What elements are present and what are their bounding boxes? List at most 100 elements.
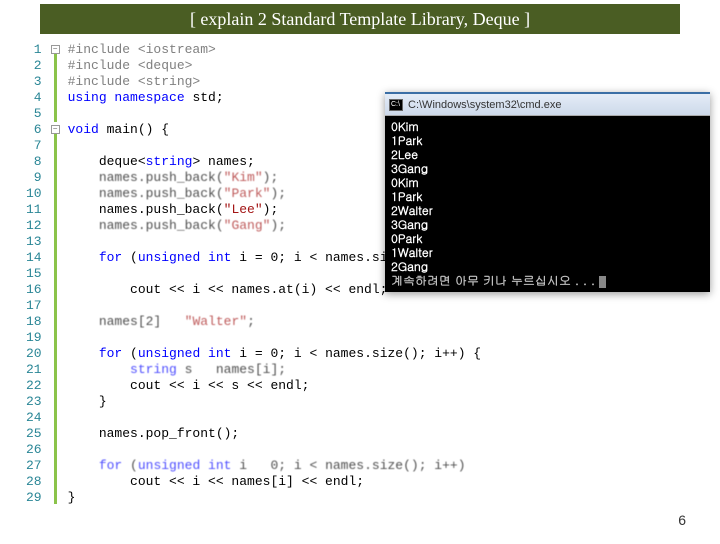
cmd-title: C:\Windows\system32\cmd.exe — [408, 99, 561, 111]
code-text: cout << i << names[i] << endl; — [68, 474, 364, 489]
cmd-line: 1Walter — [391, 246, 704, 260]
code-text: } — [68, 490, 76, 505]
slide-title: [ explain 2 Standard Template Library, D… — [190, 9, 530, 30]
code-text: ( — [122, 458, 138, 473]
cursor-icon — [599, 276, 606, 288]
cmd-output: 0Kim 1Park 2Lee 3Gang 0Kim 1Park 2Walter… — [385, 116, 710, 292]
code-string: "Park" — [224, 186, 271, 201]
code-text: ); — [263, 170, 279, 185]
code-text: std; — [185, 90, 224, 105]
line-number: 7 — [26, 138, 42, 154]
code-keyword: unsigned int — [138, 458, 232, 473]
code-keyword: for — [99, 250, 122, 265]
cmd-line: 2Lee — [391, 148, 704, 162]
line-number: 12 — [26, 218, 42, 234]
code-keyword: string — [146, 154, 193, 169]
code-string: "Kim" — [224, 170, 263, 185]
line-number: 15 — [26, 266, 42, 282]
code-text: names.push_back( — [68, 186, 224, 201]
code-text: names.pop_front(); — [68, 426, 240, 441]
code-string: "Lee" — [224, 202, 263, 217]
page-number: 6 — [678, 512, 686, 528]
code-keyword: for — [99, 458, 122, 473]
code-text: main() { — [99, 122, 169, 137]
cmd-line: 3Gang — [391, 218, 704, 232]
code-text: names.push_back( — [68, 218, 224, 233]
cmd-window[interactable]: C:\ C:\Windows\system32\cmd.exe 0Kim 1Pa… — [385, 92, 710, 292]
line-number: 28 — [26, 474, 42, 490]
code-text: ( — [122, 250, 138, 265]
code-keyword: for — [99, 346, 122, 361]
line-number: 26 — [26, 442, 42, 458]
line-number: 5 — [26, 106, 42, 122]
code-text: #include <iostream> — [68, 42, 216, 57]
code-text: #include <string> — [68, 74, 201, 89]
fold-gutter: − − — [50, 42, 64, 506]
cmd-line: 1Park — [391, 190, 704, 204]
cmd-line: 2Walter — [391, 204, 704, 218]
code-text: names[2] — [68, 314, 185, 329]
line-number: 10 — [26, 186, 42, 202]
code-string: "Gang" — [224, 218, 271, 233]
code-keyword: unsigned int — [138, 250, 232, 265]
fold-box-icon[interactable]: − — [51, 125, 60, 134]
cmd-line: 0Kim — [391, 120, 704, 134]
line-number: 3 — [26, 74, 42, 90]
code-text: i 0; i < names.size(); i++) — [231, 458, 465, 473]
cmd-icon: C:\ — [389, 99, 403, 111]
code-text: ); — [270, 186, 286, 201]
code-text: cout << i << names.at(i) << endl; — [68, 282, 388, 297]
fold-bar — [54, 54, 57, 122]
code-text: s names[i]; — [177, 362, 286, 377]
line-number: 29 — [26, 490, 42, 506]
code-text: deque< — [68, 154, 146, 169]
cmd-line: 0Kim — [391, 176, 704, 190]
line-number: 22 — [26, 378, 42, 394]
fold-bar — [54, 134, 57, 504]
code-text — [68, 362, 130, 377]
code-text: ( — [122, 346, 138, 361]
line-number: 14 — [26, 250, 42, 266]
line-number: 8 — [26, 154, 42, 170]
cmd-titlebar[interactable]: C:\ C:\Windows\system32\cmd.exe — [385, 94, 710, 116]
line-number: 21 — [26, 362, 42, 378]
line-number: 9 — [26, 170, 42, 186]
code-text: ; — [247, 314, 255, 329]
line-number: 4 — [26, 90, 42, 106]
line-number: 19 — [26, 330, 42, 346]
line-number: 6 — [26, 122, 42, 138]
cmd-prompt: 계속하려면 아무 키나 누르십시오 . . . — [391, 272, 599, 289]
fold-box-icon[interactable]: − — [51, 45, 60, 54]
slide-title-bar: [ explain 2 Standard Template Library, D… — [40, 4, 680, 34]
code-text: > names; — [192, 154, 254, 169]
line-number-gutter: 1 2 3 4 5 6 7 8 9 10 11 12 13 14 15 16 1… — [20, 42, 50, 506]
cmd-line: 0Park — [391, 232, 704, 246]
cmd-line: 3Gang — [391, 162, 704, 176]
line-number: 13 — [26, 234, 42, 250]
code-text: names.push_back( — [68, 202, 224, 217]
line-number: 24 — [26, 410, 42, 426]
line-number: 18 — [26, 314, 42, 330]
code-keyword: void — [68, 122, 99, 137]
cmd-line: 1Park — [391, 134, 704, 148]
code-text: } — [68, 394, 107, 409]
code-text: names.push_back( — [68, 170, 224, 185]
code-text: ); — [270, 218, 286, 233]
line-number: 17 — [26, 298, 42, 314]
line-number: 16 — [26, 282, 42, 298]
code-keyword: using namespace — [68, 90, 185, 105]
code-string: "Walter" — [185, 314, 247, 329]
code-text: ); — [263, 202, 279, 217]
line-number: 11 — [26, 202, 42, 218]
line-number: 25 — [26, 426, 42, 442]
line-number: 2 — [26, 58, 42, 74]
line-number: 1 — [26, 42, 42, 58]
code-keyword: string — [130, 362, 177, 377]
code-text: cout << i << s << endl; — [68, 378, 310, 393]
line-number: 23 — [26, 394, 42, 410]
code-text: #include <deque> — [68, 58, 193, 73]
line-number: 20 — [26, 346, 42, 362]
line-number: 27 — [26, 458, 42, 474]
code-keyword: unsigned int — [138, 346, 232, 361]
code-text: i = 0; i < names.size(); i++) { — [231, 346, 481, 361]
